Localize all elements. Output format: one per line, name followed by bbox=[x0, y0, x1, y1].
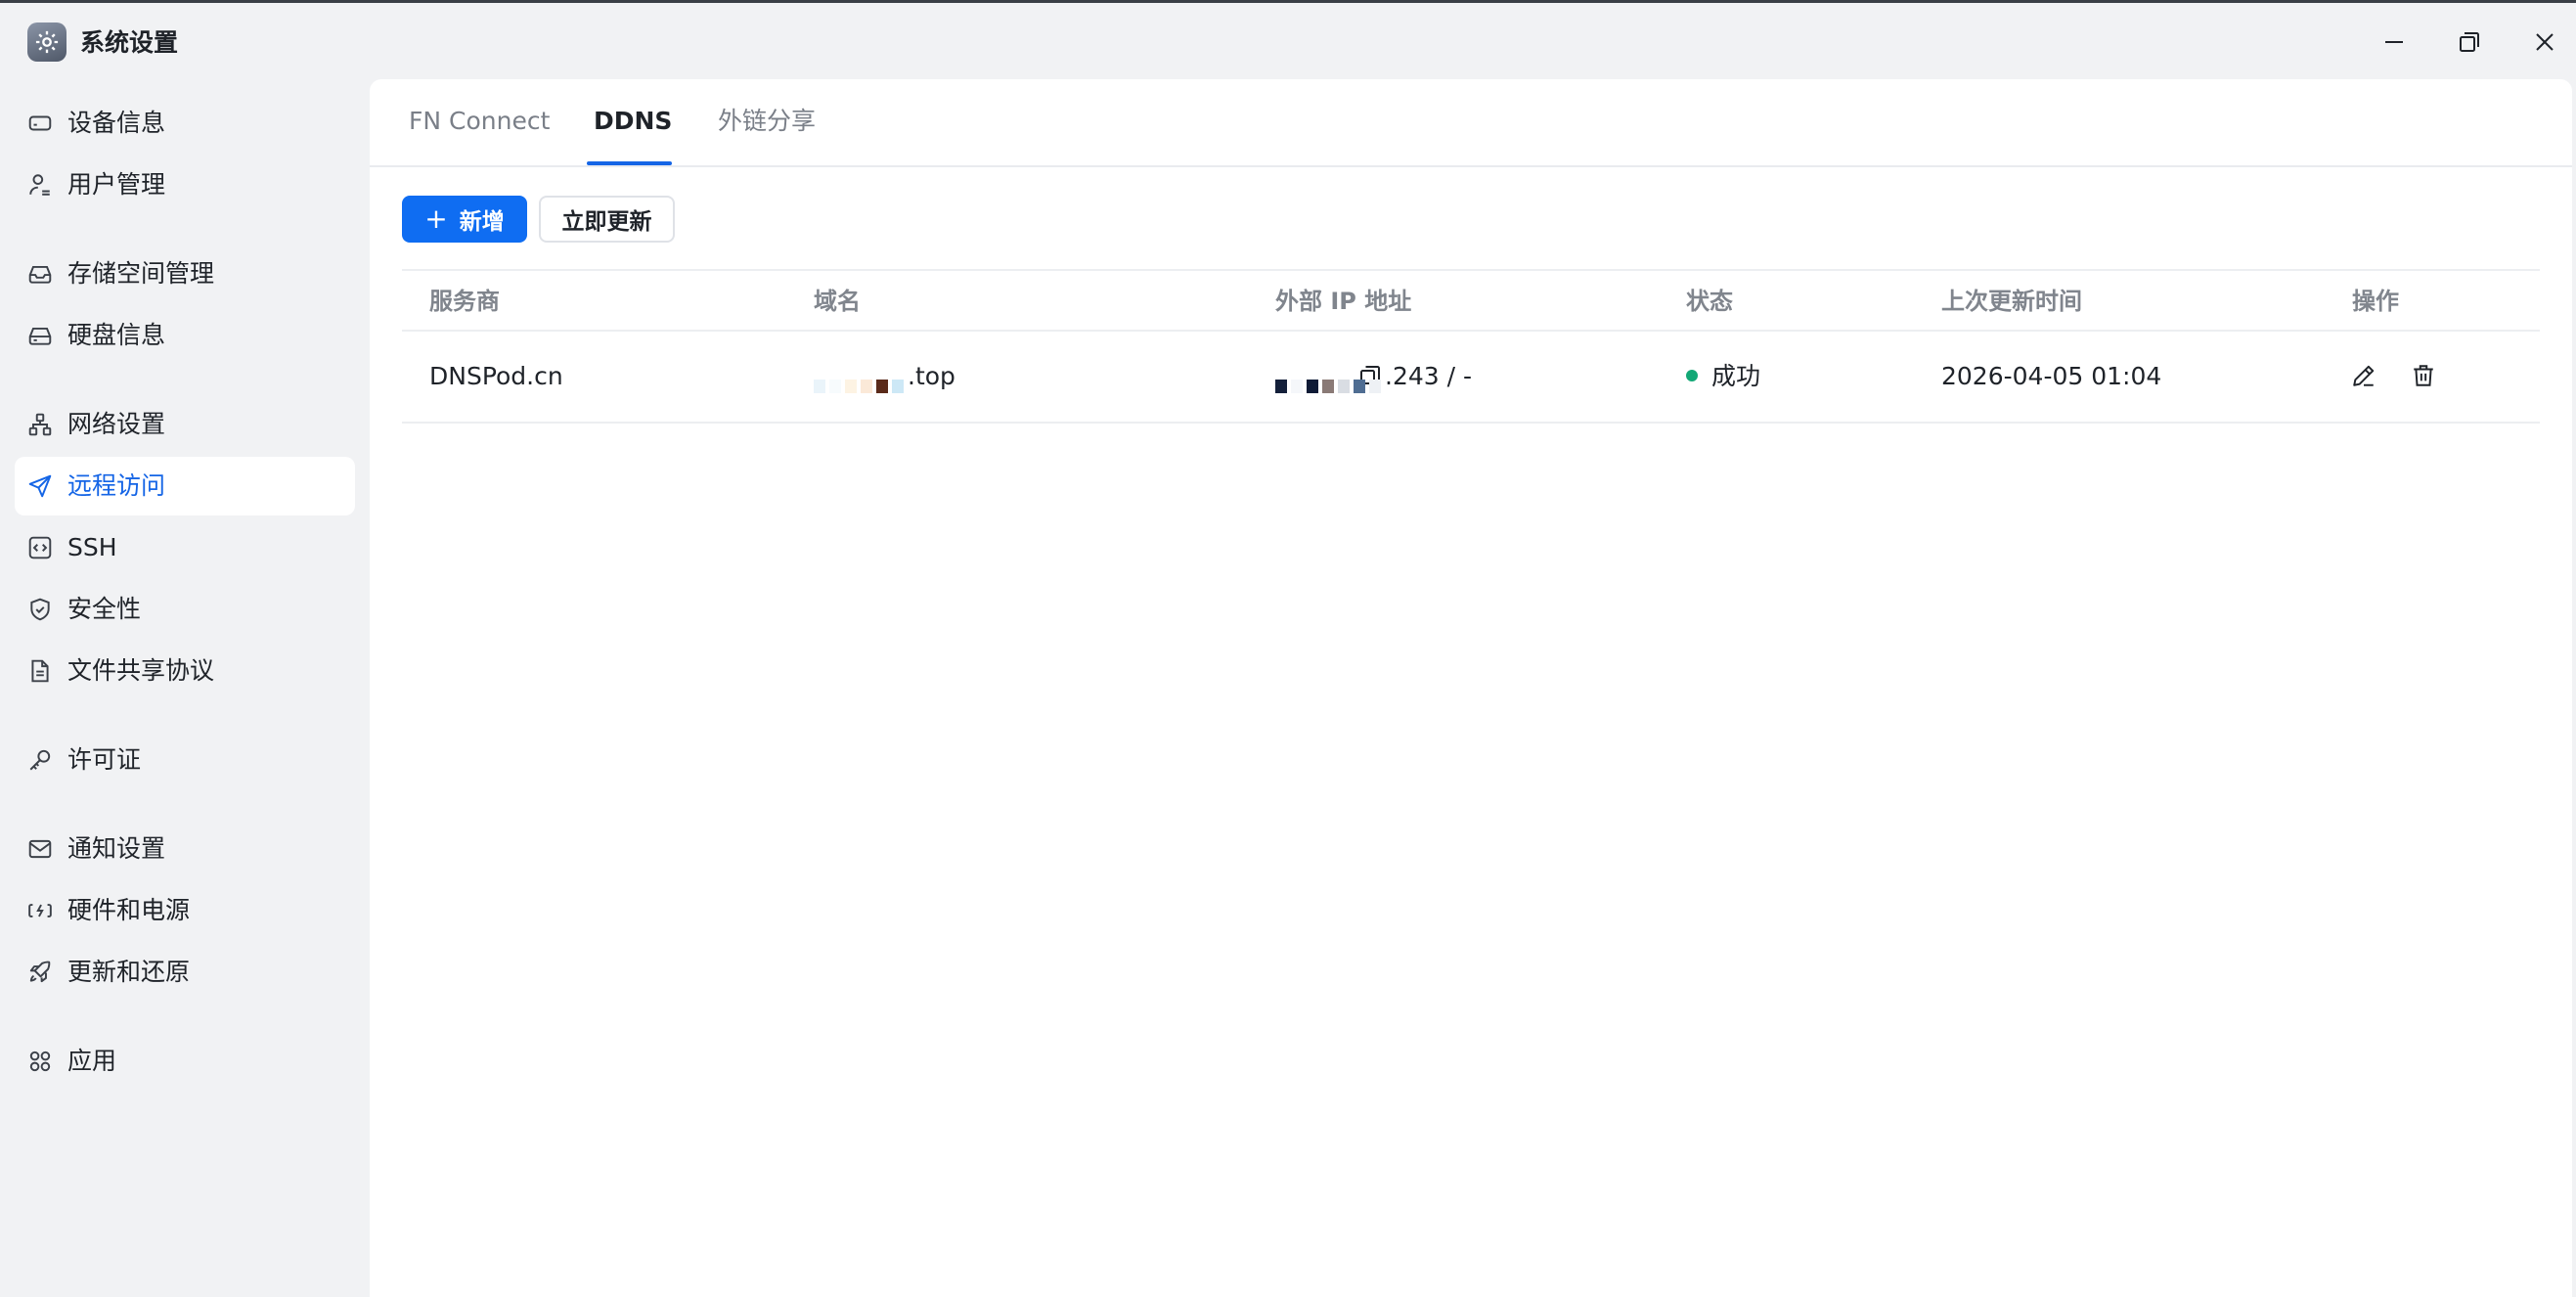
column-header-actions: 操作 bbox=[2352, 288, 2399, 315]
sidebar-item-network[interactable]: 网络设置 bbox=[15, 395, 355, 454]
sidebar-item-storage[interactable]: 存储空间管理 bbox=[15, 245, 355, 303]
edit-button[interactable] bbox=[2347, 359, 2380, 392]
column-header-external-ip: 外部 IP 地址 bbox=[1275, 288, 1412, 315]
document-icon bbox=[31, 659, 49, 683]
sidebar-item-label: 网络设置 bbox=[67, 410, 166, 438]
column-header-provider: 服务商 bbox=[429, 288, 500, 315]
tab-ddns[interactable]: DDNS bbox=[594, 105, 672, 138]
sidebar-item-security[interactable]: 安全性 bbox=[15, 580, 355, 639]
rocket-icon bbox=[29, 961, 51, 983]
tab-fn-connect[interactable]: FN Connect bbox=[409, 105, 550, 138]
main-panel: FN Connect DDNS 外链分享 + 新增 立即更新 服务商 域名 外部… bbox=[370, 79, 2572, 1297]
sidebar-item-label: 应用 bbox=[67, 1047, 117, 1075]
sidebar-item-label: 安全性 bbox=[67, 595, 142, 623]
minimize-button[interactable] bbox=[2371, 21, 2418, 64]
sidebar-item-disk-info[interactable]: 硬盘信息 bbox=[15, 306, 355, 365]
column-header-status: 状态 bbox=[1686, 288, 1733, 315]
sidebar: 设备信息 用户管理 存储空间管理 硬盘信息 网络设置 远程访问 SSH 安全性 … bbox=[0, 79, 368, 1297]
minimize-icon bbox=[2385, 41, 2403, 43]
plus-icon: + bbox=[424, 202, 448, 235]
sidebar-item-label: 设备信息 bbox=[67, 109, 166, 137]
sidebar-item-hardware-power[interactable]: 硬件和电源 bbox=[15, 881, 355, 940]
active-tab-indicator bbox=[587, 161, 672, 165]
sidebar-item-apps[interactable]: 应用 bbox=[15, 1032, 355, 1091]
sidebar-item-user-management[interactable]: 用户管理 bbox=[15, 156, 355, 214]
sidebar-item-remote-access[interactable]: 远程访问 bbox=[15, 457, 355, 515]
table-row: DNSPod.cn .top .243 / - 成功 2026-04-05 01… bbox=[402, 332, 2540, 424]
pencil-icon bbox=[2353, 365, 2375, 386]
last-update-cell: 2026-04-05 01:04 bbox=[1941, 362, 2162, 390]
sidebar-item-label: 硬件和电源 bbox=[67, 896, 191, 924]
provider-cell: DNSPod.cn bbox=[429, 362, 563, 390]
disk-icon bbox=[28, 327, 52, 345]
key-icon bbox=[29, 749, 51, 771]
tab-external-share[interactable]: 外链分享 bbox=[718, 105, 816, 138]
sidebar-item-label: 更新和还原 bbox=[67, 958, 191, 986]
status-success-dot bbox=[1686, 370, 1698, 381]
sidebar-item-device-info[interactable]: 设备信息 bbox=[15, 94, 355, 153]
sidebar-item-label: 用户管理 bbox=[67, 170, 166, 199]
maximize-button[interactable] bbox=[2446, 21, 2493, 64]
maximize-icon bbox=[2460, 32, 2479, 52]
update-now-button[interactable]: 立即更新 bbox=[539, 196, 675, 243]
sidebar-item-label: 存储空间管理 bbox=[67, 259, 215, 288]
redacted-ip bbox=[1275, 369, 1385, 393]
domain-cell: .top bbox=[814, 360, 955, 393]
redacted-domain bbox=[814, 369, 908, 393]
add-button-label: 新增 bbox=[459, 209, 505, 235]
sidebar-item-notifications[interactable]: 通知设置 bbox=[15, 820, 355, 878]
sidebar-item-label: 远程访问 bbox=[67, 471, 166, 500]
storage-icon bbox=[28, 265, 52, 284]
delete-button[interactable] bbox=[2407, 359, 2440, 392]
add-button[interactable]: + 新增 bbox=[402, 196, 527, 243]
status-label: 成功 bbox=[1711, 362, 1761, 390]
settings-window: 系统设置 设备信息 用户管理 存储空间管理 硬盘信息 网络设置 远程访问 SSH… bbox=[0, 0, 2576, 1297]
tab-bar: FN Connect DDNS 外链分享 bbox=[370, 79, 2572, 167]
sidebar-item-ssh[interactable]: SSH bbox=[15, 518, 355, 577]
external-ip-cell: .243 / - bbox=[1275, 360, 1472, 393]
send-icon bbox=[28, 474, 52, 498]
sidebar-item-label: 通知设置 bbox=[67, 834, 166, 863]
close-button[interactable] bbox=[2521, 21, 2568, 64]
sidebar-item-update-restore[interactable]: 更新和还原 bbox=[15, 943, 355, 1002]
trash-icon bbox=[2414, 365, 2433, 386]
network-icon bbox=[28, 413, 52, 436]
power-icon bbox=[28, 904, 52, 917]
sidebar-item-label: 硬盘信息 bbox=[67, 321, 166, 349]
sidebar-item-label: SSH bbox=[67, 533, 117, 561]
device-icon bbox=[28, 115, 52, 131]
sidebar-item-label: 许可证 bbox=[67, 745, 142, 774]
title-bar: 系统设置 bbox=[0, 3, 2576, 79]
window-title: 系统设置 bbox=[80, 28, 179, 57]
shield-icon bbox=[30, 598, 50, 621]
sidebar-item-license[interactable]: 许可证 bbox=[15, 731, 355, 789]
domain-suffix: .top bbox=[908, 362, 955, 390]
status-cell: 成功 bbox=[1686, 360, 1760, 393]
column-header-domain: 域名 bbox=[814, 288, 861, 315]
user-icon bbox=[29, 174, 50, 196]
gear-icon bbox=[27, 22, 67, 62]
mail-icon bbox=[28, 839, 52, 859]
sidebar-item-file-sharing[interactable]: 文件共享协议 bbox=[15, 642, 355, 700]
ip-suffix: .243 / - bbox=[1385, 362, 1473, 390]
column-header-last-update: 上次更新时间 bbox=[1941, 288, 2082, 315]
table-header: 服务商 域名 外部 IP 地址 状态 上次更新时间 操作 bbox=[402, 269, 2540, 332]
code-icon bbox=[28, 536, 52, 559]
close-icon bbox=[2536, 33, 2554, 51]
apps-icon bbox=[29, 1051, 51, 1072]
sidebar-item-label: 文件共享协议 bbox=[67, 656, 215, 685]
